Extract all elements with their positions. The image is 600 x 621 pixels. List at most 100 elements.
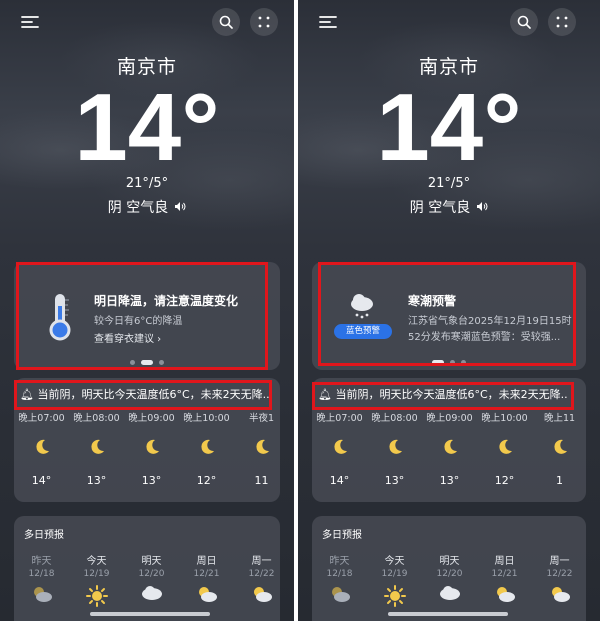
condition-air-quality[interactable]: 阴 空气良 [0, 197, 294, 217]
weather-screen-left: 南京市 14° 21°/5° 阴 空气良 明日降温，请注意温度变化 较今日有6°… [0, 0, 294, 621]
hour-item: 晚上07:00 14° [312, 410, 367, 487]
hour-temp: 1 [556, 474, 563, 487]
day-name: 周一 [549, 556, 570, 567]
hourly-row[interactable]: 晚上07:00 14° 晚上08:00 13° 晚上09:00 13° 晚上10… [14, 410, 280, 487]
moon-icon [234, 438, 289, 462]
daily-row[interactable]: 昨天 12/18 今天 12/19 明天 12/20 周日 12/21 周一 1… [14, 552, 280, 609]
cloudy-sun-icon [532, 585, 587, 609]
search-icon [517, 15, 531, 29]
day-name: 周日 [196, 556, 217, 567]
day-name: 周日 [494, 556, 515, 567]
hour-item: 晚上10:00 12° [477, 410, 532, 487]
cloudy-sun-icon [312, 585, 367, 609]
cloud-icon [422, 585, 477, 609]
day-date: 12/21 [491, 569, 518, 579]
hour-temp: 14° [31, 474, 52, 487]
sun-icon [69, 585, 124, 609]
high-low-temperature: 21°/5° [427, 176, 471, 191]
day-name: 昨天 [329, 556, 350, 567]
hour-temp: 12° [494, 474, 515, 487]
day-date: 12/19 [83, 569, 110, 579]
day-date: 12/22 [248, 569, 275, 579]
day-date: 12/21 [193, 569, 220, 579]
search-icon [219, 15, 233, 29]
hour-item: 晚上11 1 [532, 410, 587, 487]
hourly-row[interactable]: 晚上07:00 14° 晚上08:00 13° 晚上09:00 13° 晚上10… [312, 410, 586, 487]
condition-air-quality[interactable]: 阴 空气良 [298, 197, 600, 217]
home-indicator[interactable] [90, 612, 210, 616]
more-button[interactable] [548, 8, 576, 36]
highlight-box-summary [14, 380, 272, 410]
hour-time: 晚上08:00 [73, 413, 120, 424]
hour-time: 晚上07:00 [18, 413, 65, 424]
day-item: 昨天 12/18 [312, 552, 367, 609]
hour-temp: 11 [254, 474, 269, 487]
moon-icon [367, 438, 422, 462]
condition-text: 阴 空气良 [409, 200, 471, 216]
daily-forecast-title: 多日预报 [322, 530, 362, 541]
search-button[interactable] [212, 8, 240, 36]
day-name: 明天 [141, 556, 162, 567]
moon-icon [477, 438, 532, 462]
hour-temp: 14° [329, 474, 350, 487]
high-low-temperature: 21°/5° [125, 176, 169, 191]
cloudy-sun-icon [477, 585, 532, 609]
hour-temp: 12° [196, 474, 217, 487]
hour-item: 晚上10:00 12° [179, 410, 234, 487]
moon-icon [422, 438, 477, 462]
day-item: 今天 12/19 [69, 552, 124, 609]
speaker-icon[interactable] [174, 200, 186, 216]
hour-time: 晚上11 [543, 413, 576, 424]
day-date: 12/20 [138, 569, 165, 579]
highlight-box-alert [16, 262, 268, 370]
day-item: 昨天 12/18 [14, 552, 69, 609]
weather-screen-right: 南京市 14° 21°/5° 阴 空气良 蓝色预警 寒潮预警 江苏省气象台202… [298, 0, 600, 621]
hour-temp: 13° [439, 474, 460, 487]
search-button[interactable] [510, 8, 538, 36]
speaker-icon[interactable] [476, 200, 488, 216]
cloudy-sun-icon [179, 585, 234, 609]
daily-forecast-title: 多日预报 [24, 530, 64, 541]
day-name: 今天 [384, 556, 405, 567]
hour-temp: 13° [86, 474, 107, 487]
grid-icon [258, 16, 270, 28]
hour-time: 半夜1 [248, 413, 275, 424]
day-name: 昨天 [31, 556, 52, 567]
day-name: 明天 [439, 556, 460, 567]
moon-icon [532, 438, 587, 462]
day-date: 12/19 [381, 569, 408, 579]
day-item: 周一 12/22 [234, 552, 289, 609]
hour-time: 晚上09:00 [128, 413, 175, 424]
home-indicator[interactable] [388, 612, 508, 616]
day-date: 12/18 [28, 569, 55, 579]
hour-item: 晚上08:00 13° [367, 410, 422, 487]
condition-text: 阴 空气良 [107, 200, 169, 216]
moon-icon [14, 438, 69, 462]
more-button[interactable] [250, 8, 278, 36]
hour-time: 晚上08:00 [371, 413, 418, 424]
hour-item: 晚上07:00 14° [14, 410, 69, 487]
current-temperature: 14° [74, 74, 220, 181]
hour-time: 晚上07:00 [316, 413, 363, 424]
day-date: 12/22 [546, 569, 573, 579]
daily-forecast-card[interactable]: 多日预报 昨天 12/18 今天 12/19 明天 12/20 周日 12/21 [312, 516, 586, 621]
cloud-icon [124, 585, 179, 609]
hour-time: 晚上10:00 [481, 413, 528, 424]
hour-item: 晚上09:00 13° [124, 410, 179, 487]
sun-icon [367, 585, 422, 609]
highlight-box-warning [318, 262, 576, 366]
hour-time: 晚上10:00 [183, 413, 230, 424]
cloudy-sun-icon [14, 585, 69, 609]
moon-icon [312, 438, 367, 462]
current-temperature: 14° [376, 74, 522, 181]
menu-icon[interactable] [16, 8, 44, 36]
daily-row[interactable]: 昨天 12/18 今天 12/19 明天 12/20 周日 12/21 周一 1… [312, 552, 586, 609]
day-name: 周一 [251, 556, 272, 567]
hour-item: 晚上09:00 13° [422, 410, 477, 487]
daily-forecast-card[interactable]: 多日预报 昨天 12/18 今天 12/19 明天 12/20 周日 12/21 [14, 516, 280, 621]
hour-temp: 13° [141, 474, 162, 487]
day-item: 明天 12/20 [422, 552, 477, 609]
day-date: 12/18 [326, 569, 353, 579]
menu-icon[interactable] [314, 8, 342, 36]
hour-item: 半夜1 11 [234, 410, 289, 487]
